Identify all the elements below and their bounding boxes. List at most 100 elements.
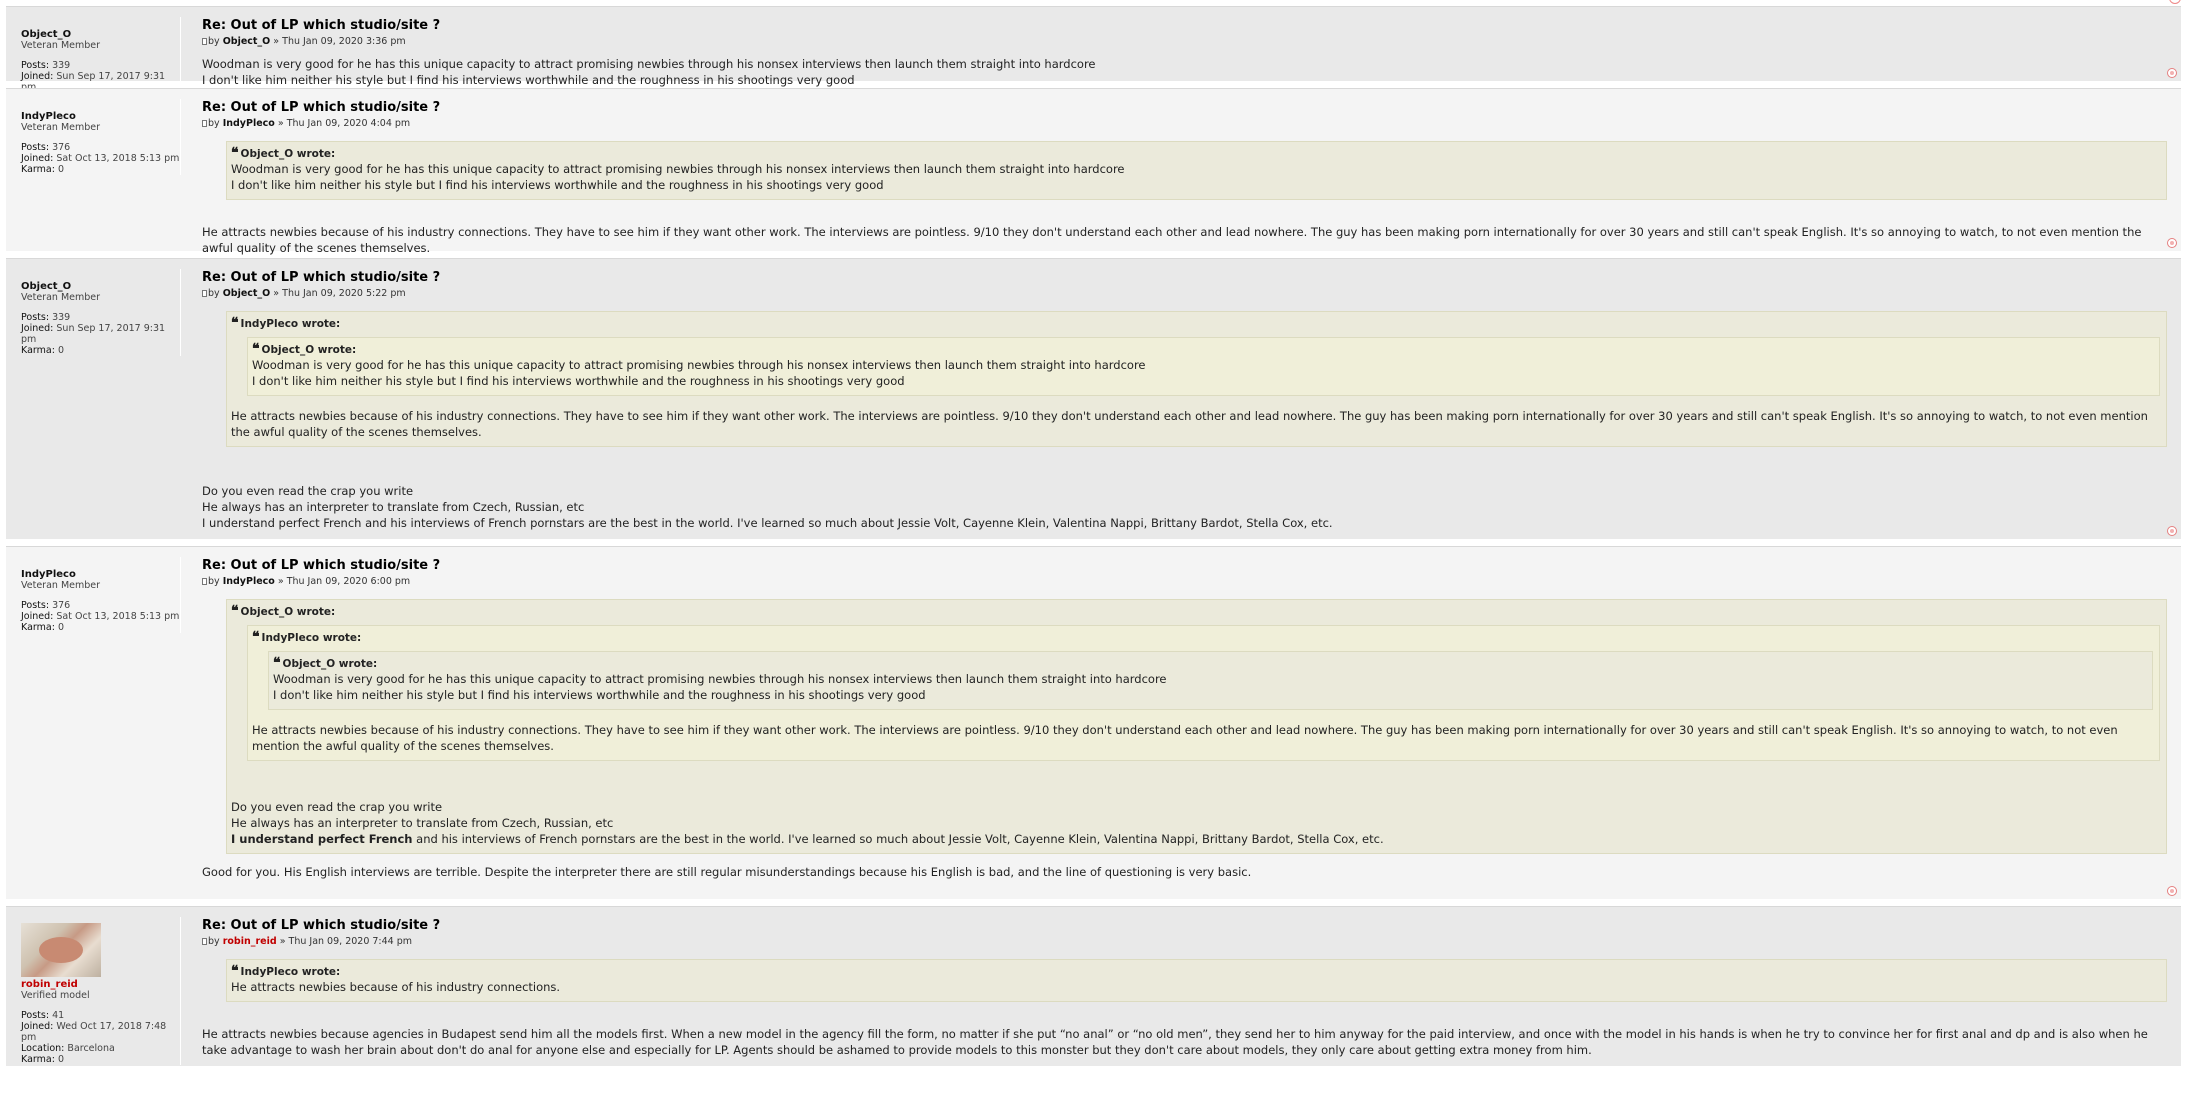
- post-content: ❝ Object_O wrote: Woodman is very good fo…: [202, 141, 2167, 256]
- posts-label: Posts:: [21, 599, 50, 611]
- karma-value: 0: [57, 163, 64, 175]
- post-content: ❝ Object_O wrote: ❝ IndyPleco wrote: ❝ Obje…: [202, 599, 2167, 880]
- quote-text: He attracts newbies because of his indus…: [231, 980, 561, 994]
- post-author-line: by IndyPleco » Thu Jan 09, 2020 4:04 pm: [202, 117, 2167, 131]
- posts-label: Posts:: [21, 1009, 50, 1021]
- username[interactable]: Object_O: [21, 29, 71, 40]
- username[interactable]: IndyPleco: [21, 111, 76, 122]
- user-rank: Veteran Member: [21, 39, 101, 51]
- username[interactable]: robin_reid: [21, 979, 78, 990]
- wrote-label: wrote:: [301, 966, 341, 978]
- quote-text: He attracts newbies because of his indus…: [252, 723, 2118, 753]
- post-date: Thu Jan 09, 2020 5:22 pm: [282, 288, 406, 299]
- posts-label: Posts:: [21, 311, 50, 323]
- wrote-label: wrote:: [317, 344, 357, 356]
- joined-date: Sat Oct 13, 2018 5:13 pm: [56, 152, 180, 164]
- location-value: Barcelona: [67, 1042, 115, 1054]
- post-count: 376: [52, 599, 71, 611]
- post-icon[interactable]: [202, 290, 207, 297]
- separator: »: [277, 576, 284, 587]
- quote-icon: ❝: [231, 963, 239, 979]
- post: IndyPleco Veteran Member Posts: 376 Join…: [6, 546, 2181, 899]
- topic-post-list: Object_O Veteran Member Posts: 339 Joine…: [6, 6, 2181, 1073]
- karma-label: Karma:: [21, 621, 55, 633]
- post-profile: robin_reid Verified model Posts: 41 Join…: [6, 916, 181, 1065]
- quote-icon: ❝: [252, 341, 260, 357]
- quote-author: IndyPleco: [240, 318, 299, 330]
- post-title[interactable]: Re: Out of LP which studio/site ?: [202, 99, 2167, 117]
- quote-citation: ❝ Object_O wrote:: [231, 146, 2160, 161]
- post-author-line: by Object_O » Thu Jan 09, 2020 5:22 pm: [202, 287, 2167, 301]
- quote-icon: ❝: [252, 629, 260, 645]
- joined-label: Joined:: [21, 70, 54, 82]
- quote-text-line: Do you even read the crap you write: [231, 800, 443, 814]
- post-text-line: He always has an interpreter to translat…: [202, 500, 585, 514]
- user-rank: Verified model: [21, 989, 90, 1001]
- quote-author: Object_O: [282, 658, 336, 670]
- wrote-label: wrote:: [301, 318, 341, 330]
- back-to-top-icon[interactable]: [2167, 886, 2177, 896]
- user-rank: Veteran Member: [21, 291, 101, 303]
- quote-icon: ❝: [231, 145, 239, 161]
- joined-label: Joined:: [21, 322, 54, 334]
- post-date: Thu Jan 09, 2020 6:00 pm: [286, 576, 411, 587]
- user-rank: Veteran Member: [21, 579, 101, 591]
- author-name[interactable]: Object_O: [223, 36, 271, 47]
- quote-citation: ❝ Object_O wrote:: [231, 604, 2160, 619]
- wrote-label: wrote:: [296, 606, 336, 618]
- joined-label: Joined:: [21, 610, 54, 622]
- back-to-top-icon[interactable]: [2167, 238, 2177, 248]
- post-title[interactable]: Re: Out of LP which studio/site ?: [202, 17, 2167, 35]
- post-count: 339: [52, 59, 71, 71]
- username[interactable]: Object_O: [21, 281, 71, 292]
- quote-citation: ❝ Object_O wrote:: [252, 342, 2153, 357]
- author-name[interactable]: robin_reid: [223, 936, 277, 947]
- by-label: by: [208, 936, 220, 947]
- post-title[interactable]: Re: Out of LP which studio/site ?: [202, 557, 2167, 575]
- username[interactable]: IndyPleco: [21, 569, 76, 580]
- post-icon[interactable]: [202, 38, 207, 45]
- quote-block: ❝ IndyPleco wrote: He attracts newbies be…: [226, 959, 2167, 1002]
- separator: »: [277, 118, 284, 129]
- quote-author: Object_O: [261, 344, 315, 356]
- post-title[interactable]: Re: Out of LP which studio/site ?: [202, 269, 2167, 287]
- quote-text-line: I understand perfect French and his inte…: [231, 831, 2160, 847]
- back-to-top-icon[interactable]: [2167, 68, 2177, 78]
- karma-value: 0: [57, 344, 64, 356]
- author-name[interactable]: IndyPleco: [223, 118, 275, 129]
- by-label: by: [208, 576, 220, 587]
- quote-text-line: I don't like him neither his style but I…: [231, 178, 884, 192]
- scroll-indicator[interactable]: [2169, 0, 2181, 4]
- author-name[interactable]: IndyPleco: [223, 576, 275, 587]
- quote-icon: ❝: [231, 315, 239, 331]
- quote-text-rest: and his interviews of French pornstars a…: [412, 832, 1384, 846]
- quote-text-line: I don't like him neither his style but I…: [252, 374, 905, 388]
- quote-citation: ❝ IndyPleco wrote:: [231, 964, 2160, 979]
- author-name[interactable]: Object_O: [223, 288, 271, 299]
- quote-icon: ❝: [231, 603, 239, 619]
- wrote-label: wrote:: [322, 632, 362, 644]
- nested-quote-block: ❝ Object_O wrote: Woodman is very good fo…: [268, 651, 2153, 710]
- back-to-top-icon[interactable]: [2167, 526, 2177, 536]
- bold-text: I understand perfect French: [231, 832, 413, 846]
- karma-label: Karma:: [21, 163, 55, 175]
- nested-quote-block: ❝ IndyPleco wrote: ❝ Object_O wrote: Woodm…: [247, 625, 2160, 761]
- quote-author: IndyPleco: [240, 966, 299, 978]
- post-profile: IndyPleco Veteran Member Posts: 376 Join…: [6, 98, 181, 175]
- post-icon[interactable]: [202, 578, 207, 585]
- post-author-line: by robin_reid » Thu Jan 09, 2020 7:44 pm: [202, 935, 2167, 949]
- separator: »: [273, 36, 280, 47]
- by-label: by: [208, 36, 220, 47]
- post: IndyPleco Veteran Member Posts: 376 Join…: [6, 88, 2181, 255]
- quote-block: ❝ IndyPleco wrote: ❝ Object_O wrote: Woodm…: [226, 311, 2167, 447]
- post-icon[interactable]: [202, 938, 207, 945]
- post-title[interactable]: Re: Out of LP which studio/site ?: [202, 917, 2167, 935]
- wrote-label: wrote:: [338, 658, 378, 670]
- post-icon[interactable]: [202, 120, 207, 127]
- joined-date: Sat Oct 13, 2018 5:13 pm: [56, 610, 180, 622]
- post-text: He attracts newbies because of his indus…: [202, 225, 2142, 255]
- avatar[interactable]: [21, 922, 101, 977]
- post-profile: Object_O Veteran Member Posts: 339 Joine…: [6, 268, 181, 356]
- by-label: by: [208, 288, 220, 299]
- post-date: Thu Jan 09, 2020 3:36 pm: [282, 36, 406, 47]
